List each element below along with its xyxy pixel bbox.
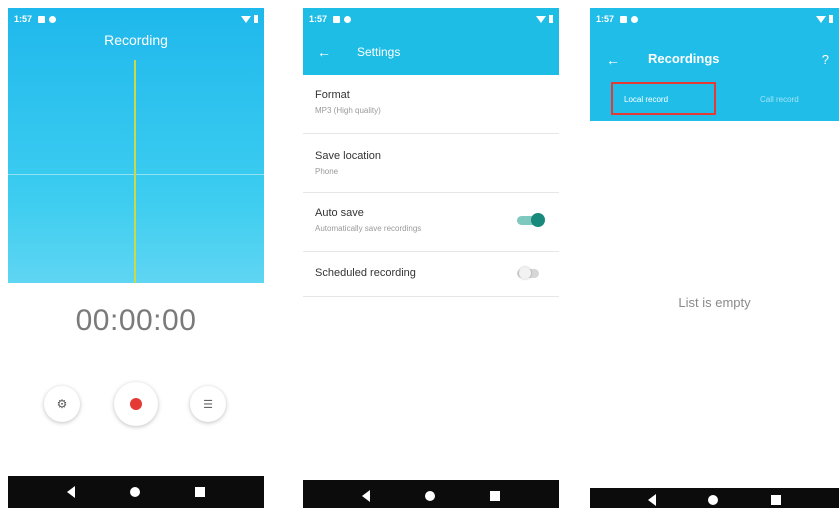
sync-icon	[49, 15, 57, 23]
highlight-box	[611, 82, 716, 115]
recents-icon[interactable]	[770, 495, 781, 505]
battery-icon	[549, 15, 553, 23]
timer: 00:00:00	[75, 304, 197, 337]
back-arrow-icon[interactable]: ←	[317, 44, 331, 60]
page-title: Recordings	[648, 51, 720, 66]
record-button[interactable]	[114, 382, 158, 426]
back-arrow-icon[interactable]: ←	[606, 52, 620, 68]
recordings-screen: ← Recordings ? Local record Call record …	[590, 8, 839, 508]
status-time: 1:57	[596, 14, 615, 24]
setting-scheduled-recording[interactable]: Scheduled recording	[303, 251, 559, 297]
notification-icon	[38, 15, 46, 23]
setting-title: Save location	[315, 150, 382, 162]
nav-bar	[8, 476, 264, 508]
recents-icon[interactable]	[194, 487, 205, 497]
status-bar: 1:57	[590, 8, 839, 30]
wifi-icon	[816, 15, 826, 23]
setting-title: Auto save	[315, 207, 364, 219]
status-bar: 1:57	[303, 8, 559, 30]
recorder-screen: Recording 1:57 00:00:00 ⚙ ☰	[8, 8, 264, 508]
settings-button[interactable]: ⚙	[44, 386, 80, 422]
setting-subtitle: MP3 (High quality)	[315, 106, 381, 115]
setting-subtitle: Automatically save recordings	[315, 224, 422, 233]
help-icon[interactable]: ?	[822, 52, 829, 67]
setting-title: Format	[315, 89, 350, 101]
recents-icon[interactable]	[489, 491, 500, 501]
setting-auto-save[interactable]: Auto save Automatically save recordings	[303, 192, 559, 252]
waveform-area: Recording	[8, 8, 264, 283]
status-bar: 1:57	[8, 8, 264, 30]
list-icon: ☰	[203, 398, 213, 411]
record-icon	[130, 398, 142, 410]
wifi-icon	[536, 15, 546, 23]
baseline	[8, 174, 264, 175]
back-icon[interactable]	[67, 486, 76, 498]
back-icon[interactable]	[362, 490, 371, 502]
setting-subtitle: Phone	[315, 167, 339, 176]
notification-icon	[333, 15, 341, 23]
home-icon[interactable]	[708, 495, 719, 505]
sync-icon	[344, 15, 352, 23]
empty-state-text: List is empty	[678, 295, 751, 310]
notification-icon	[620, 15, 628, 23]
gear-icon: ⚙	[56, 397, 68, 411]
page-title: Recording	[104, 32, 168, 48]
status-time: 1:57	[309, 14, 328, 24]
back-icon[interactable]	[648, 494, 657, 506]
home-icon[interactable]	[129, 487, 140, 497]
setting-title: Scheduled recording	[315, 267, 416, 279]
wifi-icon	[241, 15, 251, 23]
battery-icon	[829, 15, 833, 23]
sync-icon	[631, 15, 639, 23]
playhead	[134, 60, 136, 283]
battery-icon	[254, 15, 258, 23]
nav-bar	[303, 480, 559, 508]
page-title: Settings	[357, 45, 401, 59]
tab-call-record[interactable]: Call record	[760, 95, 799, 104]
nav-bar	[590, 488, 839, 508]
recordings-list-button[interactable]: ☰	[190, 386, 226, 422]
home-icon[interactable]	[424, 491, 435, 501]
setting-save-location[interactable]: Save location Phone	[303, 133, 559, 193]
status-time: 1:57	[14, 14, 33, 24]
settings-screen: ← Settings 1:57 Format MP3 (High quality…	[303, 8, 559, 508]
setting-format[interactable]: Format MP3 (High quality)	[303, 75, 559, 134]
